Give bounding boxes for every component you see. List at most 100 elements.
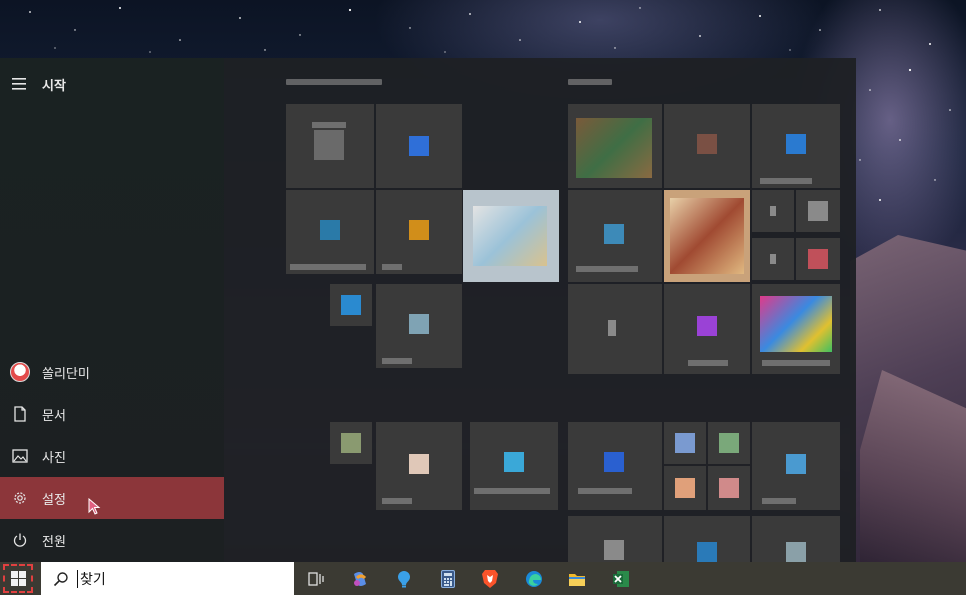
app-tile-icon [697,316,717,336]
app-tile-caption [760,178,812,184]
rail-item-settings[interactable]: 설정 [0,477,224,519]
app-tile-icon [719,433,739,453]
user-account-label: 쏠리단미 [42,366,90,382]
app-tile[interactable] [376,284,462,368]
app-tile-icon [341,433,361,453]
task-view-icon[interactable] [306,569,326,589]
app-tile[interactable] [752,284,840,374]
app-tile-small[interactable] [708,466,750,510]
app-tile-icon [604,224,624,244]
app-tile-small[interactable] [752,190,794,232]
app-tile-icon [409,314,429,334]
search-icon [53,571,68,586]
rail-item-label: 설정 [42,492,66,508]
avatar [10,362,30,382]
start-button[interactable] [3,564,33,593]
app-tile-icon [504,452,524,472]
brave-browser-icon[interactable] [480,569,500,589]
calculator-icon[interactable] [438,569,458,589]
app-tile-caption [576,266,638,272]
app-tile-icon [670,198,744,274]
mouse-pointer-icon [88,498,101,515]
app-tile-icon [320,220,340,240]
app-tile-small[interactable] [664,466,706,510]
start-menu-header[interactable]: 시작 [0,63,224,105]
app-tile-small[interactable] [708,422,750,464]
user-account-item[interactable]: 쏠리단미 [0,351,224,393]
app-tile-icon [760,296,832,352]
app-tile[interactable] [376,422,462,510]
rail-item-documents[interactable]: 문서 [0,393,224,435]
app-tile-icon [409,220,429,240]
rail-item-label: 전원 [42,534,66,550]
app-tile-small[interactable] [796,238,840,280]
file-explorer-icon[interactable] [567,569,587,589]
tile-group-label [286,79,382,85]
app-tile[interactable] [286,190,374,274]
app-tile-small[interactable] [796,190,840,232]
app-tile-icon [697,134,717,154]
app-tile[interactable] [376,190,462,274]
start-menu-title: 시작 [42,78,66,94]
taskbar [0,562,966,595]
app-tile-large[interactable] [664,190,750,282]
app-tile[interactable] [568,422,662,510]
rail-item-photos[interactable]: 사진 [0,435,224,477]
app-tile[interactable] [664,284,750,374]
app-tile-caption [290,264,366,270]
app-tile-small[interactable] [330,422,372,464]
app-tile-icon [770,254,776,264]
app-tile[interactable] [568,516,662,562]
app-tile-small[interactable] [330,284,372,326]
hamburger-menu-icon[interactable] [0,78,40,90]
app-tile[interactable] [376,104,462,188]
app-tile-icon [770,206,776,216]
app-tile[interactable] [568,104,662,188]
app-tile[interactable] [470,422,558,510]
app-tile-caption [578,488,632,494]
app-tile-icon [409,136,429,156]
search-input[interactable] [77,569,262,588]
app-tile[interactable] [752,516,840,562]
app-tile[interactable] [752,422,840,510]
app-tile-caption [762,498,796,504]
app-tile-icon [604,540,624,560]
app-tile[interactable] [568,284,662,374]
app-tile-large[interactable] [463,190,559,282]
app-tile-icon [341,295,361,315]
app-tile-icon [608,320,616,336]
rail-item-power[interactable]: 전원 [0,519,224,561]
app-tile-caption [382,264,402,270]
app-tile-small[interactable] [664,422,706,464]
document-icon [0,406,40,422]
app-tile[interactable] [568,190,662,282]
power-icon [0,532,40,548]
app-tile-caption [762,360,830,366]
app-tile-small[interactable] [752,238,794,280]
edge-browser-icon[interactable] [524,569,544,589]
app-tile[interactable] [752,104,840,188]
app-tile-icon [409,454,429,474]
app-tile-caption [474,488,550,494]
app-tile-icon [786,134,806,154]
app-tile-icon [786,454,806,474]
photo-icon [0,449,40,463]
app-tile-icon [808,201,828,221]
app-tile[interactable] [664,516,750,562]
app-tile-icon [719,478,739,498]
app-tile-icon [314,130,344,160]
app-tile[interactable] [664,104,750,188]
copilot-icon[interactable] [350,569,370,589]
start-menu-rail: 시작 쏠리단미 문서 사진 설정 전원 [0,58,224,562]
app-tile[interactable] [286,104,374,188]
taskbar-search[interactable] [41,562,294,595]
app-tile-icon [675,478,695,498]
app-tile-caption [382,358,412,364]
app-tile-icon [786,542,806,562]
app-tile-icon [576,118,652,178]
app-tile-icon [675,433,695,453]
start-menu: 시작 쏠리단미 문서 사진 설정 전원 [0,58,856,562]
excel-icon[interactable] [611,569,631,589]
app-tile-caption [688,360,728,366]
cortana-icon[interactable] [394,569,414,589]
